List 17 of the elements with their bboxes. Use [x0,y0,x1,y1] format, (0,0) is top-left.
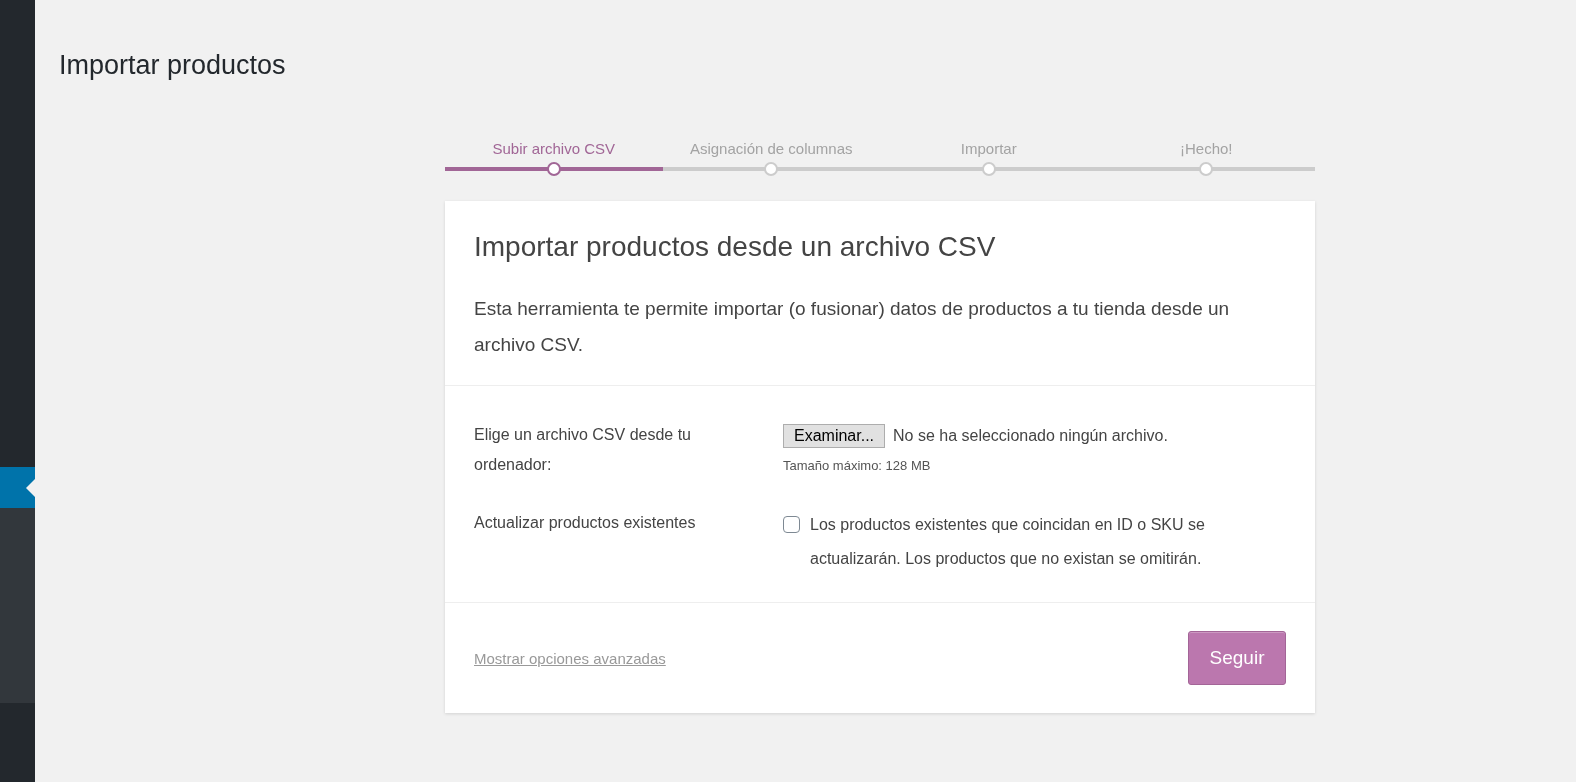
step-label: Asignación de columnas [689,139,853,159]
step-label: Importar [960,139,1017,159]
file-status-text: No se ha seleccionado ningún archivo. [893,427,1168,445]
checkbox-description: Los productos existentes que coincidan en ID o SKU se actualizarán. Los productos que no existan se omitirán. [810,515,1206,569]
page-title: Importar productos [59,49,287,82]
field-label: Actualizar productos existentes [474,513,697,533]
browse-button[interactable]: Examinar... [783,424,886,448]
step-label: ¡Hecho! [1180,139,1233,159]
step-label: Subir archivo CSV [492,139,616,159]
advanced-options-link[interactable]: Mostrar opciones avanzadas [474,649,666,667]
continue-button[interactable]: Seguir [1188,631,1286,685]
update-checkbox[interactable] [783,516,800,533]
current-menu-item[interactable] [0,467,35,508]
max-size-hint: Tamaño máximo: 128 MB [783,458,932,473]
card-title: Importar productos desde un archivo CSV [474,230,997,264]
description-text: Esta herramienta te permite importar (o fusionar) datos de productos a tu tienda desde un archivo CSV. [474,297,1231,357]
field-label: Elige un archivo CSV desde tu ordenador: [474,425,692,475]
